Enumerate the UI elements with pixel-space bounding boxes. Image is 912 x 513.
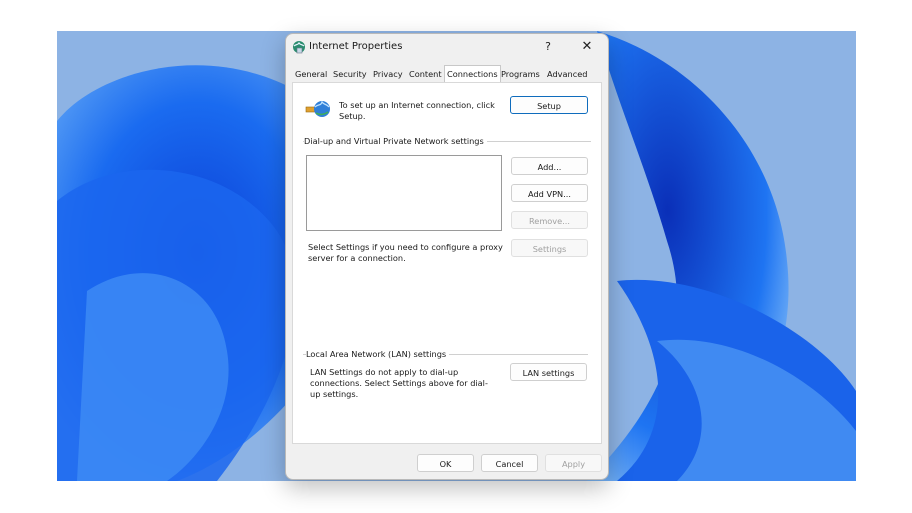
internet-properties-dialog: Internet Properties ? ✕ General Security… bbox=[285, 33, 609, 480]
tab-programs[interactable]: Programs bbox=[501, 67, 540, 82]
tab-security[interactable]: Security bbox=[333, 67, 367, 82]
remove-button[interactable]: Remove... bbox=[511, 211, 588, 229]
tab-content[interactable]: Content bbox=[409, 67, 442, 82]
tab-strip: General Security Privacy Content Connect… bbox=[292, 65, 602, 83]
help-button[interactable]: ? bbox=[534, 38, 562, 56]
proxy-description: Select Settings if you need to configure… bbox=[308, 242, 503, 263]
lan-group-label: Local Area Network (LAN) settings bbox=[306, 349, 450, 359]
add-vpn-button[interactable]: Add VPN... bbox=[511, 184, 588, 202]
tab-general[interactable]: General bbox=[295, 67, 327, 82]
dialog-footer: OK Cancel Apply bbox=[286, 446, 608, 479]
internet-globe-icon bbox=[293, 41, 305, 54]
close-button[interactable]: ✕ bbox=[573, 38, 601, 56]
lan-settings-button[interactable]: LAN settings bbox=[510, 363, 587, 381]
network-setup-icon bbox=[305, 100, 330, 117]
connections-panel: To set up an Internet connection, click … bbox=[292, 82, 602, 444]
add-button[interactable]: Add... bbox=[511, 157, 588, 175]
window-title: Internet Properties bbox=[309, 41, 403, 52]
cancel-button[interactable]: Cancel bbox=[481, 454, 538, 472]
connections-listbox[interactable] bbox=[306, 155, 502, 231]
title-bar[interactable]: Internet Properties ? ✕ bbox=[286, 34, 608, 60]
dialup-group-label: Dial-up and Virtual Private Network sett… bbox=[304, 136, 487, 146]
tab-advanced[interactable]: Advanced bbox=[547, 67, 587, 82]
lan-description: LAN Settings do not apply to dial-up con… bbox=[310, 367, 488, 399]
tab-connections[interactable]: Connections bbox=[444, 65, 501, 83]
settings-button[interactable]: Settings bbox=[511, 239, 588, 257]
setup-button[interactable]: Setup bbox=[510, 96, 588, 114]
ok-button[interactable]: OK bbox=[417, 454, 474, 472]
setup-description: To set up an Internet connection, click … bbox=[339, 100, 495, 121]
tab-privacy[interactable]: Privacy bbox=[373, 67, 403, 82]
apply-button[interactable]: Apply bbox=[545, 454, 602, 472]
